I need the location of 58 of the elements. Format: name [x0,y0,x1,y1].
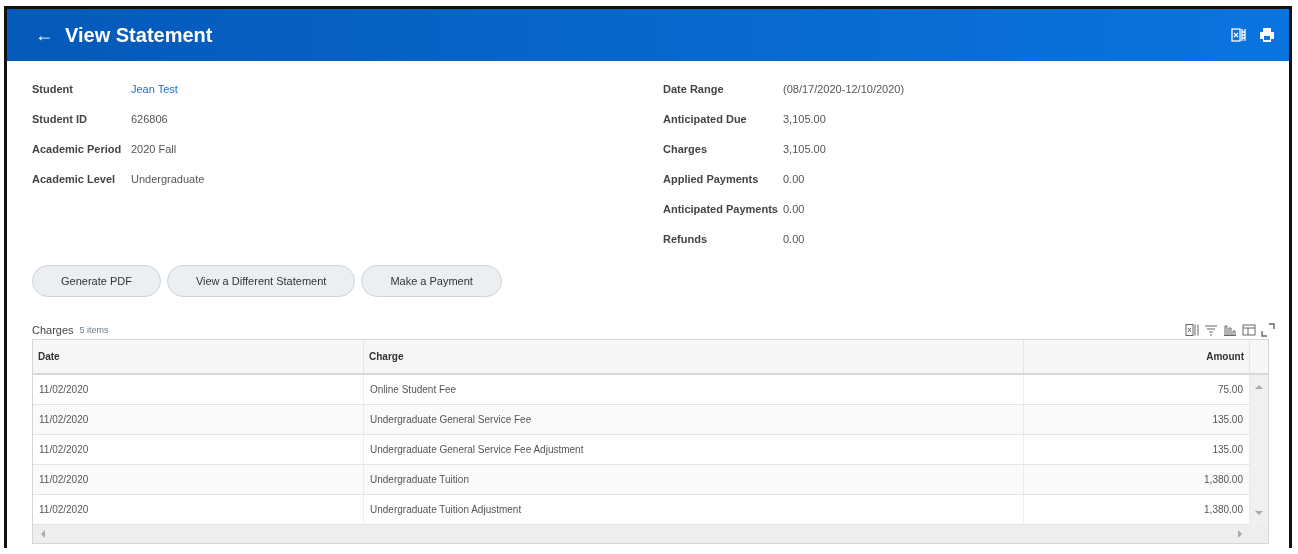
table-cell: 75.00 [1024,375,1250,405]
expand-icon[interactable] [1261,323,1275,337]
field-value: (08/17/2020-12/10/2020) [783,83,905,95]
column-header[interactable]: Charge [364,340,1024,375]
filter-icon[interactable] [1204,323,1218,337]
field-label: Anticipated Due [663,113,748,125]
back-arrow[interactable]: ← [35,24,53,46]
table-cell: 11/02/2020 [33,375,364,405]
field-value: 3,105.00 [783,143,826,155]
field-label: Student [32,83,74,95]
column-header[interactable]: Date [33,340,364,375]
field-value: Undergraduate [131,173,205,185]
field-value: 2020 Fall [131,143,177,155]
table-cell: Undergraduate Tuition [364,465,1024,495]
page-title: View Statement [65,23,214,47]
table-cell: 1,380.00 [1024,465,1250,495]
field-label: Refunds [663,233,708,245]
spreadsheet-icon[interactable] [1185,323,1199,337]
action-button[interactable]: Make a Payment [361,265,502,297]
table-cell: Undergraduate General Service Fee Adjustment [364,435,1024,465]
table-cell: 11/02/2020 [33,405,364,435]
bar-chart-icon[interactable] [1223,323,1237,337]
table-cell: 1,380.00 [1024,495,1250,525]
table-cell: Undergraduate Tuition Adjustment [364,495,1024,525]
field-label: Academic Period [32,143,123,155]
horizontal-scrollbar[interactable] [33,525,1268,543]
print-icon[interactable] [1259,27,1275,43]
field-label: Charges [663,143,709,155]
scroll-right-icon[interactable] [1236,530,1244,538]
action-button[interactable]: View a Different Statement [166,265,356,297]
field-value: 0.00 [783,203,805,215]
spreadsheet-icon[interactable] [1231,27,1247,43]
field-value: 0.00 [783,233,805,245]
field-value: 626806 [131,113,168,125]
table-cell: 11/02/2020 [33,465,364,495]
table-cell: 135.00 [1024,405,1250,435]
field-label: Academic Level [32,173,117,185]
field-label: Student ID [32,113,88,125]
action-button[interactable]: Generate PDF [32,265,161,297]
field-value: 3,105.00 [783,113,826,125]
columns-icon[interactable] [1242,323,1256,337]
table-cell: Online Student Fee [364,375,1024,405]
scroll-down-icon[interactable] [1255,509,1263,517]
student-link[interactable]: Jean Test [131,83,178,95]
table-cell: 11/02/2020 [33,435,364,465]
column-header[interactable]: Amount [1024,340,1250,375]
scroll-up-icon[interactable] [1255,383,1263,391]
field-label: Anticipated Payments [663,203,779,215]
field-value: 0.00 [783,173,805,185]
scroll-left-icon[interactable] [39,530,47,538]
table-cell: 135.00 [1024,435,1250,465]
table-title: Charges [32,324,74,336]
field-label: Date Range [663,83,725,95]
item-count: 5 items [79,325,110,335]
field-label: Applied Payments [663,173,760,185]
table-cell: Undergraduate General Service Fee [364,405,1024,435]
vertical-scrollbar[interactable] [1250,375,1268,525]
table-cell: 11/02/2020 [33,495,364,525]
